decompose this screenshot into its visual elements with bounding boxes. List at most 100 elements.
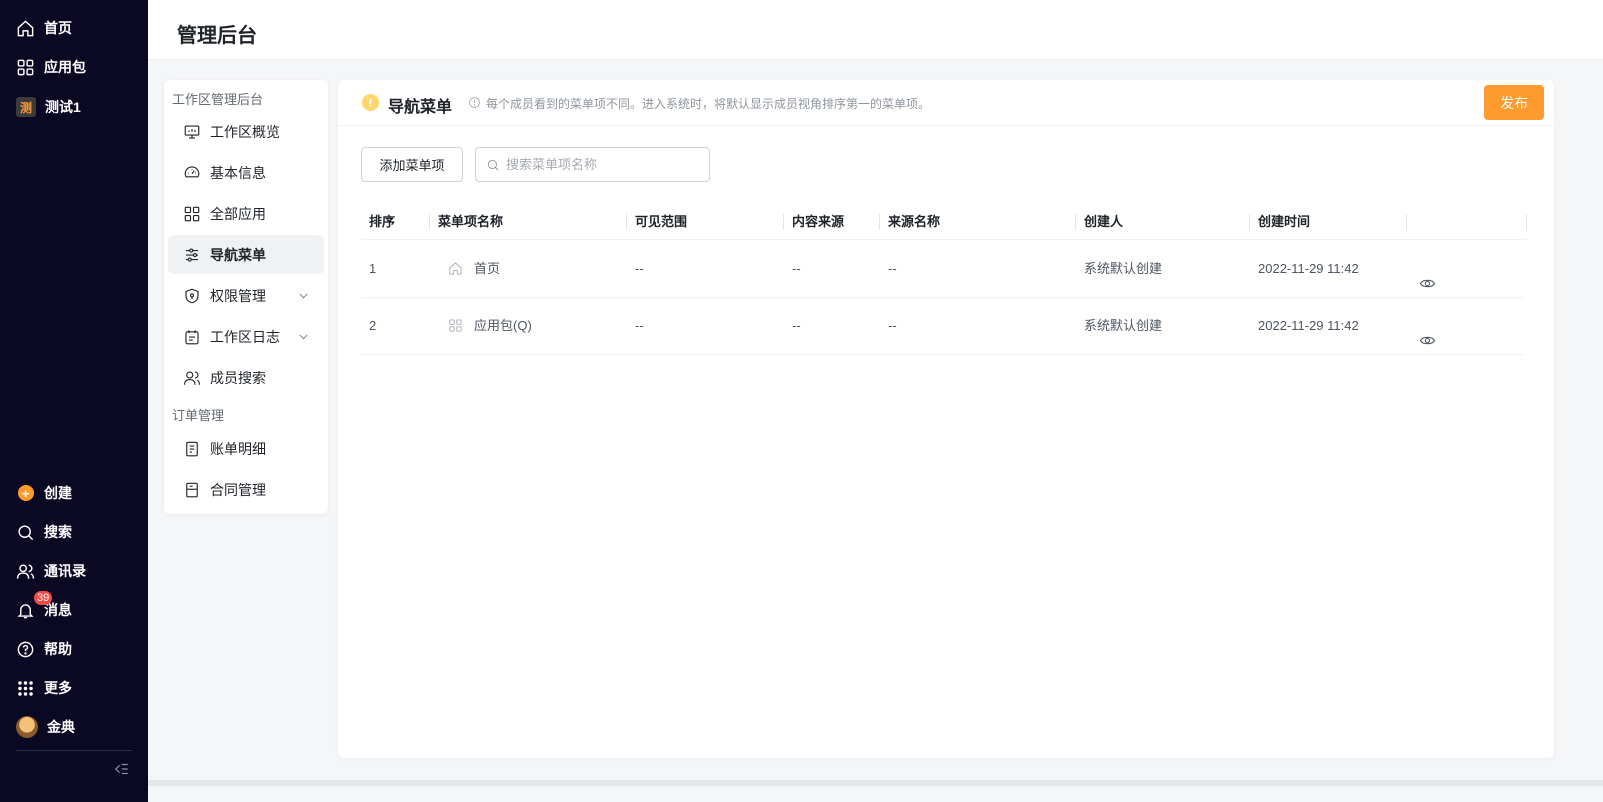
nav-item-contacts[interactable]: 通讯录: [16, 559, 86, 583]
dots-grid-icon: [16, 679, 35, 698]
plus-circle-icon: +: [17, 485, 34, 501]
cell-source: --: [792, 318, 801, 333]
sidebar-item-basic-info[interactable]: 基本信息: [168, 153, 324, 192]
eye-icon[interactable]: [1419, 260, 1437, 288]
group-label-orders: 订单管理: [172, 408, 225, 423]
page-title: 管理后台: [177, 25, 257, 47]
sidebar-item-workspace-log[interactable]: 工作区日志: [168, 317, 324, 356]
nav-item-create[interactable]: + 创建: [16, 481, 72, 505]
admin-sidebar: 工作区管理后台 工作区概览 基本信息 全部应用 导航菜单 权限管理 工作区日志 …: [164, 80, 328, 514]
chevron-down-icon[interactable]: [297, 330, 310, 343]
calendar-icon: [185, 329, 199, 344]
eye-icon[interactable]: [1419, 317, 1437, 345]
sidebar-item-label: 成员搜索: [210, 369, 266, 386]
cell-creator: 系统默认创建: [1084, 318, 1163, 333]
chevron-down-icon[interactable]: [297, 289, 310, 302]
shield-icon: [185, 288, 199, 303]
nav-label: 更多: [44, 680, 72, 696]
sliders-icon: [186, 247, 198, 262]
cell-source-name: --: [888, 261, 897, 276]
sidebar-item-permissions[interactable]: 权限管理: [168, 276, 324, 315]
nav-item-help[interactable]: 帮助: [16, 637, 72, 661]
column-header-order[interactable]: 排序: [361, 204, 430, 240]
nav-item-test1[interactable]: 测 测试1: [16, 95, 81, 119]
nav-label: 测试1: [45, 99, 81, 115]
home-icon: [16, 19, 35, 38]
nav-label: 搜索: [44, 524, 72, 540]
cell-name: 应用包(Q): [440, 298, 532, 354]
sidebar-item-label: 权限管理: [210, 287, 266, 304]
sidebar-item-label: 合同管理: [210, 481, 266, 498]
cell-source: --: [792, 261, 801, 276]
cell-actions: [1411, 241, 1437, 297]
table-header: 排序 菜单项名称 可见范围 内容来源 来源名称 创建人 创建时间: [361, 204, 1527, 240]
search-box[interactable]: [475, 147, 710, 182]
column-header-name[interactable]: 菜单项名称: [430, 204, 627, 240]
nav-label: 应用包: [44, 59, 86, 75]
cell-scope: --: [635, 318, 644, 333]
grid-icon: [16, 58, 35, 77]
info-icon: [468, 96, 481, 109]
sidebar-item-workspace-overview[interactable]: 工作区概览: [168, 112, 324, 151]
contacts-icon: [16, 562, 35, 581]
panel-header: ! 导航菜单 每个成员看到的菜单项不同。进入系统时，将默认显示成员视角排序第一的…: [338, 80, 1554, 126]
panel-tip: 每个成员看到的菜单项不同。进入系统时，将默认显示成员视角排序第一的菜单项。: [486, 97, 931, 111]
publish-button[interactable]: 发布: [1484, 85, 1544, 120]
sidebar-item-label: 工作区日志: [210, 328, 280, 345]
search-icon: [487, 159, 499, 171]
main-panel: ! 导航菜单 每个成员看到的菜单项不同。进入系统时，将默认显示成员视角排序第一的…: [338, 80, 1554, 758]
nav-label: 通讯录: [44, 563, 86, 579]
sidebar-item-bill-details[interactable]: 账单明细: [168, 429, 324, 468]
table-row[interactable]: 1 首页 -- -- -- 系统默认创建 2022-11-29 11:42: [361, 241, 1523, 298]
horizontal-scrollbar[interactable]: [148, 780, 1603, 786]
unread-badge: 39: [34, 591, 53, 605]
nav-item-profile[interactable]: 金典: [16, 715, 75, 739]
column-header-scope[interactable]: 可见范围: [627, 204, 784, 240]
table-row[interactable]: 2 应用包(Q) -- -- -- 系统默认创建 2022-11-29 11:4…: [361, 298, 1523, 355]
receipt-icon: [186, 441, 198, 456]
nav-item-more[interactable]: 更多: [16, 676, 72, 700]
nav-label: 创建: [44, 485, 72, 501]
nav-divider: [16, 750, 132, 751]
global-sidebar: 首页 应用包 测 测试1 + 创建 搜索 通讯录 消息 39 帮助 更多 金典: [0, 0, 148, 802]
cell-created-time: 2022-11-29 11:42: [1258, 261, 1359, 276]
sidebar-item-nav-menu[interactable]: 导航菜单: [168, 235, 324, 274]
cell-name: 首页: [440, 241, 500, 297]
cell-order: 1: [369, 261, 377, 276]
search-icon: [16, 523, 35, 542]
help-icon: [16, 640, 35, 659]
column-header-actions: [1407, 204, 1527, 240]
menu-item-name: 首页: [474, 261, 501, 276]
sidebar-item-label: 工作区概览: [210, 123, 280, 140]
search-input[interactable]: [506, 157, 701, 172]
collapse-sidebar-icon[interactable]: [112, 760, 130, 778]
nav-item-messages[interactable]: 消息 39: [16, 591, 72, 622]
cell-scope: --: [635, 261, 644, 276]
nav-item-app-package[interactable]: 应用包: [16, 55, 86, 79]
avatar: [16, 716, 38, 738]
sidebar-item-label: 账单明细: [210, 440, 266, 457]
vertical-scrollbar[interactable]: [1563, 60, 1569, 780]
users-icon: [183, 370, 201, 385]
column-header-created-time[interactable]: 创建时间: [1250, 204, 1407, 240]
menu-item-name: 应用包(Q): [474, 318, 532, 333]
cell-source-name: --: [888, 318, 897, 333]
sidebar-item-label: 基本信息: [210, 164, 266, 181]
bell-icon: [16, 601, 35, 620]
column-header-source[interactable]: 内容来源: [784, 204, 880, 240]
home-icon: [448, 261, 464, 277]
sidebar-item-member-search[interactable]: 成员搜索: [168, 358, 324, 397]
nav-label: 金典: [47, 719, 75, 735]
sidebar-item-contracts[interactable]: 合同管理: [168, 470, 324, 509]
cell-actions: [1411, 298, 1437, 354]
column-header-creator[interactable]: 创建人: [1076, 204, 1250, 240]
nav-label: 首页: [44, 20, 72, 36]
nav-item-home[interactable]: 首页: [16, 16, 72, 40]
nav-item-search[interactable]: 搜索: [16, 520, 72, 544]
cell-order: 2: [369, 318, 377, 333]
sidebar-item-all-apps[interactable]: 全部应用: [168, 194, 324, 233]
add-menu-item-button[interactable]: 添加菜单项: [361, 147, 463, 182]
column-header-source-name[interactable]: 来源名称: [880, 204, 1076, 240]
group-label-workspace: 工作区管理后台: [172, 92, 264, 107]
top-header: 管理后台: [148, 0, 1603, 60]
